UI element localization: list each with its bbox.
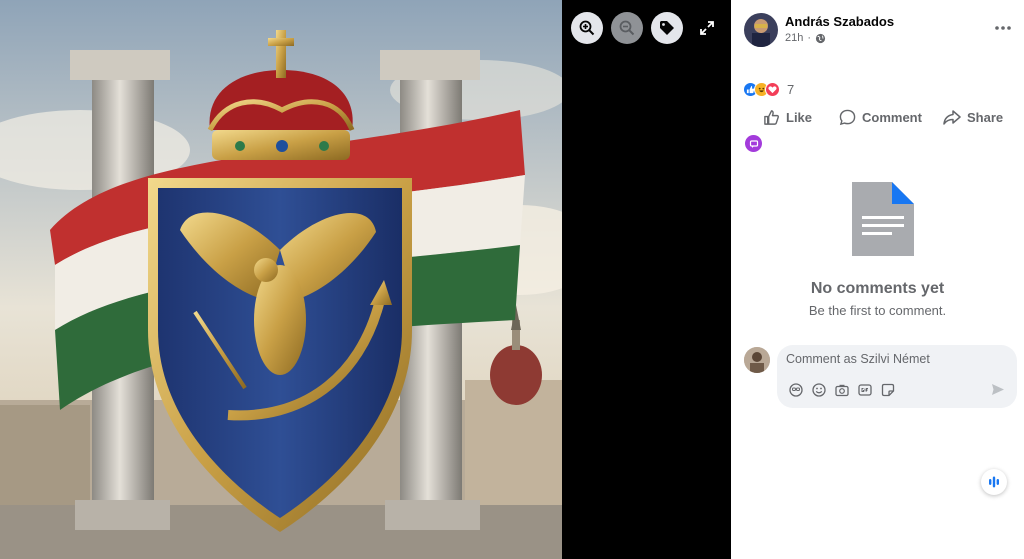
send-comment-button[interactable]: [989, 381, 1007, 397]
author-avatar[interactable]: [744, 13, 778, 47]
comment-button[interactable]: Comment: [839, 106, 922, 128]
post-meta: 21h ·: [785, 32, 826, 44]
zoom-in-icon: [579, 20, 595, 36]
zoom-out-button[interactable]: [611, 12, 643, 44]
love-reaction-icon: [765, 82, 780, 97]
comment-label: Comment: [862, 109, 922, 125]
fullscreen-icon: [700, 21, 714, 35]
current-user-avatar[interactable]: [744, 347, 770, 373]
post-panel: András Szabados 21h · 7 Like Comment Sha…: [731, 0, 1024, 559]
voice-assistant-button[interactable]: [981, 469, 1007, 495]
fullscreen-button[interactable]: [693, 14, 721, 42]
no-comments-title: No comments yet: [810, 280, 945, 297]
comment-composer: [777, 345, 1017, 408]
like-button[interactable]: Like: [763, 106, 812, 128]
coat-of-arms-image: [0, 0, 562, 559]
tag-icon: [660, 21, 674, 35]
globe-icon: [815, 33, 826, 43]
send-icon: [992, 383, 1004, 395]
share-button[interactable]: Share: [943, 106, 1003, 128]
zoom-out-icon: [619, 20, 635, 36]
empty-document-icon: [852, 182, 914, 256]
photo-viewer: [0, 0, 731, 559]
thumbs-up-icon: [764, 109, 780, 125]
author-name[interactable]: András Szabados: [785, 14, 894, 29]
comment-bubble-icon: [839, 109, 856, 125]
messenger-send-icon[interactable]: [745, 135, 762, 152]
more-dots-icon: [995, 26, 1011, 30]
no-comments-subtitle: Be the first to comment.: [808, 303, 947, 318]
like-label: Like: [786, 109, 813, 125]
share-arrow-icon: [943, 109, 961, 125]
tag-button[interactable]: [651, 12, 683, 44]
author-avatar-image: [744, 13, 778, 47]
share-label: Share: [967, 109, 1004, 125]
post-time[interactable]: 21h: [785, 32, 803, 44]
post-photo[interactable]: [0, 0, 562, 559]
more-options-button[interactable]: [993, 18, 1013, 38]
reactions-summary[interactable]: 7: [743, 82, 794, 97]
avatar-sticker-icon[interactable]: [788, 382, 803, 397]
dot-separator: ·: [807, 32, 812, 44]
comment-input[interactable]: [786, 352, 1006, 366]
gif-icon[interactable]: [857, 382, 872, 397]
reaction-count[interactable]: 7: [787, 82, 794, 97]
zoom-in-button[interactable]: [571, 12, 603, 44]
emoji-icon[interactable]: [811, 382, 826, 397]
camera-icon[interactable]: [834, 382, 849, 397]
audio-bars-icon: [989, 476, 999, 488]
current-user-avatar-image: [744, 347, 770, 373]
sticker-icon[interactable]: [880, 382, 895, 397]
